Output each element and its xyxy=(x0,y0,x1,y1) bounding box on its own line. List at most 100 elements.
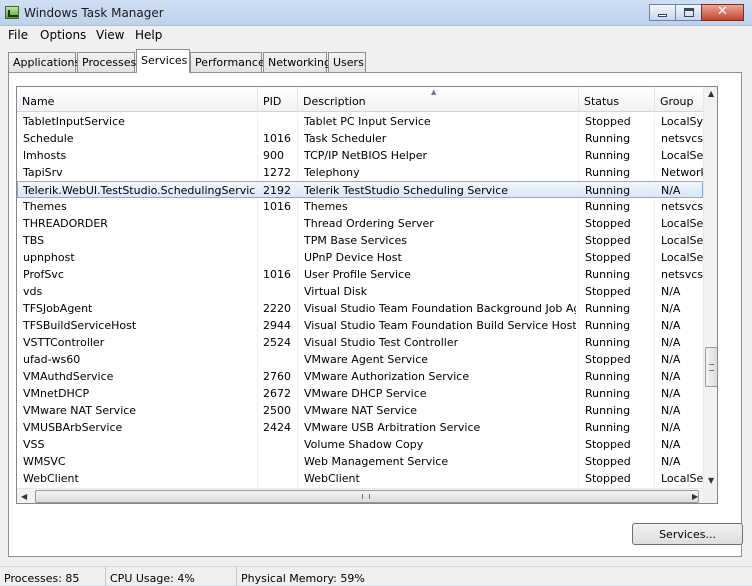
column-header-name[interactable]: Name xyxy=(17,87,258,112)
menu-help[interactable]: Help xyxy=(135,28,162,42)
scroll-right-icon[interactable]: ▶ xyxy=(692,492,698,501)
cell-group: netsvcs xyxy=(661,200,703,213)
cell-status: Stopped xyxy=(585,472,631,485)
tab-users[interactable]: Users xyxy=(328,52,366,72)
cell-status: Running xyxy=(585,200,631,213)
table-row[interactable]: Schedule 1016 Task Scheduler Running netsvcs xyxy=(17,130,703,147)
table-row[interactable]: VMnetDHCP 2672 VMware DHCP Service Running N… xyxy=(17,385,703,402)
cell-group: LocalService xyxy=(661,472,703,485)
column-header-status[interactable]: Status xyxy=(579,87,655,112)
sort-ascending-icon: ▲ xyxy=(431,88,437,96)
cell-description: VMware Agent Service xyxy=(304,353,429,366)
table-row[interactable]: Telerik.WebUI.TestStudio.SchedulingServi… xyxy=(17,181,703,198)
cell-group: N/A xyxy=(661,302,681,315)
scroll-left-icon[interactable]: ◀ xyxy=(21,492,27,501)
scroll-up-icon[interactable]: ▲ xyxy=(708,89,714,98)
cell-status: Running xyxy=(585,149,631,162)
title-bar[interactable]: Windows Task Manager ✕ xyxy=(0,0,752,26)
cell-group: N/A xyxy=(661,421,681,434)
horizontal-scroll-thumb[interactable] xyxy=(35,490,699,503)
table-row[interactable]: ufad-ws60 VMware Agent Service Stopped N/A xyxy=(17,351,703,368)
cell-group: N/A xyxy=(661,184,681,197)
cell-pid: 1272 xyxy=(263,166,291,179)
cell-name: TFSJobAgent xyxy=(23,302,93,315)
cell-description: Visual Studio Team Foundation Build Serv… xyxy=(304,319,576,332)
cell-name: VSTTController xyxy=(23,336,105,349)
cell-pid: 900 xyxy=(263,149,284,162)
table-row[interactable]: WMSVC Web Management Service Stopped N/A xyxy=(17,453,703,470)
cell-pid: 2500 xyxy=(263,404,291,417)
horizontal-scrollbar[interactable]: ◀ ▶ xyxy=(17,488,703,503)
vertical-scrollbar[interactable]: ▲ ▼ xyxy=(703,87,717,488)
services-button[interactable]: Services... xyxy=(632,523,743,545)
column-header-description[interactable]: Description xyxy=(298,87,579,112)
table-row[interactable]: THREADORDER Thread Ordering Server Stopped… xyxy=(17,215,703,232)
tab-processes[interactable]: Processes xyxy=(77,52,136,72)
table-row[interactable]: ProfSvc 1016 User Profile Service Running ne… xyxy=(17,266,703,283)
cell-description: TPM Base Services xyxy=(304,234,408,247)
menu-options[interactable]: Options xyxy=(40,28,86,42)
table-row[interactable]: Themes 1016 Themes Running netsvcs xyxy=(17,198,703,215)
tab-performance[interactable]: Performance xyxy=(190,52,265,72)
cell-description: Telephony xyxy=(304,166,360,179)
cell-name: ProfSvc xyxy=(23,268,64,281)
table-row[interactable]: TabletInputService Tablet PC Input Servic… xyxy=(17,113,703,130)
cell-name: WebClient xyxy=(23,472,79,485)
table-row[interactable]: TBS TPM Base Services Stopped LocalServiceA… xyxy=(17,232,703,249)
close-button[interactable]: ✕ xyxy=(701,4,744,21)
cell-status: Stopped xyxy=(585,115,631,128)
cell-name: TBS xyxy=(23,234,45,247)
cell-name: VMUSBArbService xyxy=(23,421,123,434)
cell-pid: 2192 xyxy=(263,184,291,197)
table-row[interactable]: TapiSrv 1272 Telephony Running NetworkServic… xyxy=(17,164,703,181)
table-row[interactable]: vds Virtual Disk Stopped N/A xyxy=(17,283,703,300)
cell-pid: 2672 xyxy=(263,387,291,400)
table-row[interactable]: WebClient WebClient Stopped LocalService xyxy=(17,470,703,487)
cell-status: Stopped xyxy=(585,234,631,247)
status-processes: Processes: 85 xyxy=(0,567,106,586)
minimize-button[interactable] xyxy=(649,4,675,21)
cell-name: VSS xyxy=(23,438,45,451)
cell-name: VMware NAT Service xyxy=(23,404,137,417)
services-list[interactable]: Name PID Description Status Group ▲ Tabl… xyxy=(16,86,718,504)
cell-group: LocalServiceAndNoImpersonation xyxy=(661,234,703,247)
table-row[interactable]: VSS Volume Shadow Copy Stopped N/A xyxy=(17,436,703,453)
menu-view[interactable]: View xyxy=(96,28,124,42)
table-row[interactable]: VMware NAT Service 2500 VMware NAT Service… xyxy=(17,402,703,419)
column-header-group[interactable]: Group xyxy=(655,87,703,112)
table-row[interactable]: TFSJobAgent 2220 Visual Studio Team Founda… xyxy=(17,300,703,317)
cell-name: TabletInputService xyxy=(23,115,125,128)
scroll-down-icon[interactable]: ▼ xyxy=(708,476,714,485)
cell-group: netsvcs xyxy=(661,132,703,145)
menu-bar: File Options View Help xyxy=(0,26,752,44)
cell-description: Thread Ordering Server xyxy=(304,217,434,230)
cell-description: Themes xyxy=(304,200,348,213)
table-row[interactable]: TFSBuildServiceHost 2944 Visual Studio Tea… xyxy=(17,317,703,334)
window-title: Windows Task Manager xyxy=(24,6,164,20)
cell-description: Web Management Service xyxy=(304,455,449,468)
tab-services[interactable]: Services xyxy=(136,49,190,73)
cell-name: vds xyxy=(23,285,43,298)
tab-applications[interactable]: Applications xyxy=(8,52,80,72)
tab-networking[interactable]: Networking xyxy=(263,52,331,72)
cell-status: Running xyxy=(585,184,631,197)
table-row[interactable]: lmhosts 900 TCP/IP NetBIOS Helper Running Lo… xyxy=(17,147,703,164)
cell-group: N/A xyxy=(661,455,681,468)
cell-group: netsvcs xyxy=(661,268,703,281)
cell-description: VMware NAT Service xyxy=(304,404,418,417)
maximize-button[interactable] xyxy=(675,4,701,21)
table-row[interactable]: VMAuthdService 2760 VMware Authorization S… xyxy=(17,368,703,385)
table-row[interactable]: VSTTController 2524 Visual Studio Test Con… xyxy=(17,334,703,351)
vertical-scroll-thumb[interactable] xyxy=(705,347,717,387)
cell-description: Telerik TestStudio Scheduling Service xyxy=(304,184,509,197)
column-header-pid[interactable]: PID xyxy=(258,87,298,112)
cell-name: VMnetDHCP xyxy=(23,387,90,400)
cell-description: WebClient xyxy=(304,472,360,485)
cell-name: TFSBuildServiceHost xyxy=(23,319,137,332)
cell-status: Running xyxy=(585,319,631,332)
menu-file[interactable]: File xyxy=(8,28,28,42)
cell-group: NetworkService xyxy=(661,166,703,179)
table-row[interactable]: VMUSBArbService 2424 VMware USB Arbitratio… xyxy=(17,419,703,436)
cell-status: Running xyxy=(585,166,631,179)
table-row[interactable]: upnphost UPnP Device Host Stopped LocalServ… xyxy=(17,249,703,266)
